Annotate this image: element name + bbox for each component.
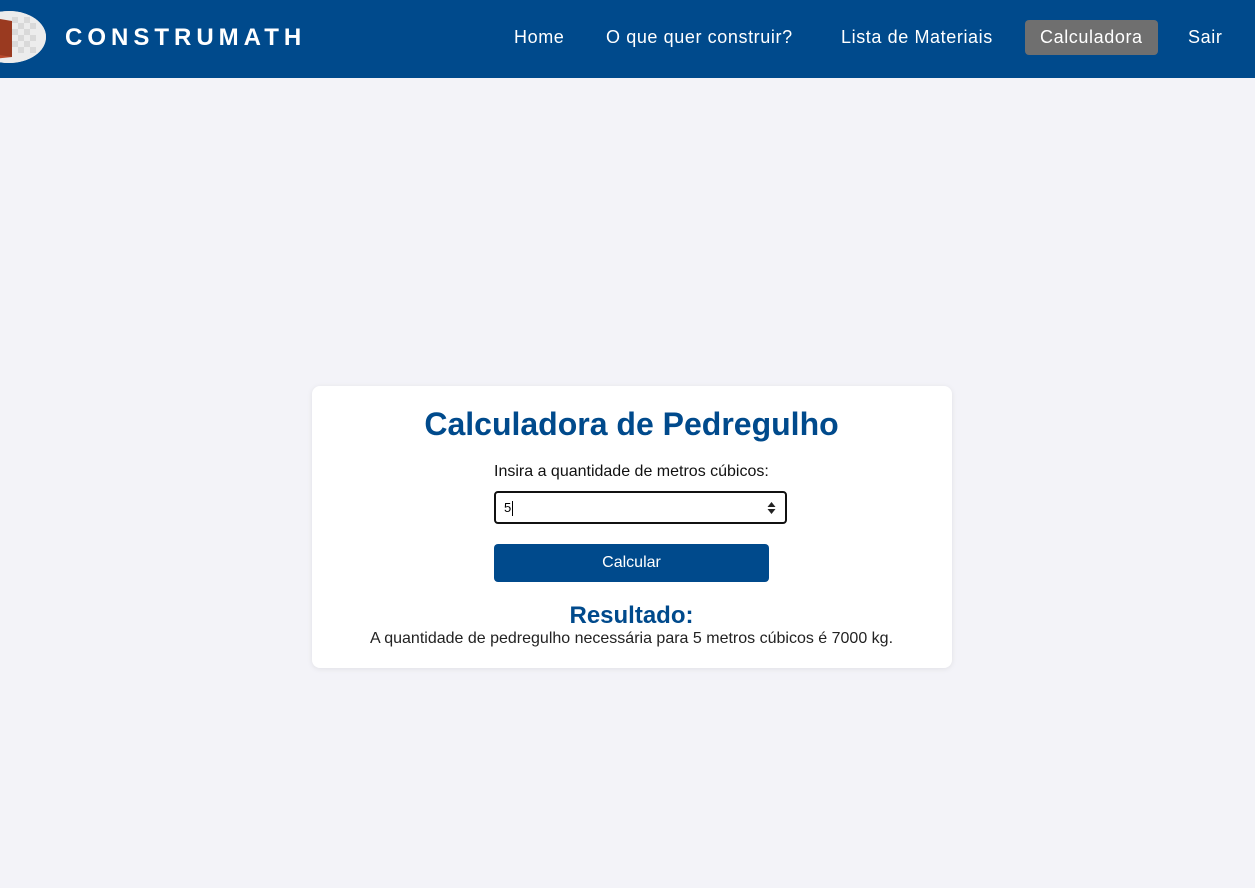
nav-o-que-quer-construir[interactable]: O que quer construir? xyxy=(606,20,793,55)
text-caret xyxy=(512,501,513,516)
top-navbar: CONSTRUMATH Home O que quer construir? L… xyxy=(0,0,1255,78)
nav-calculadora[interactable]: Calculadora xyxy=(1025,20,1158,55)
nav-home[interactable]: Home xyxy=(514,20,564,55)
brick-icon xyxy=(0,11,46,63)
calculate-button[interactable]: Calcular xyxy=(494,544,769,582)
cubic-meters-input[interactable]: 5 xyxy=(494,491,787,524)
logo[interactable] xyxy=(0,11,46,63)
brand-name[interactable]: CONSTRUMATH xyxy=(65,24,306,52)
number-spinner-icon[interactable] xyxy=(767,501,776,515)
input-value: 5 xyxy=(504,500,512,515)
result-text: A quantidade de pedregulho necessária pa… xyxy=(369,630,894,647)
nav-sair[interactable]: Sair xyxy=(1188,20,1222,55)
cubic-meters-label: Insira a quantidade de metros cúbicos: xyxy=(494,463,769,480)
result-heading: Resultado: xyxy=(569,602,694,629)
page-title: Calculadora de Pedregulho xyxy=(424,406,839,442)
nav-lista-de-materiais[interactable]: Lista de Materiais xyxy=(841,20,993,55)
